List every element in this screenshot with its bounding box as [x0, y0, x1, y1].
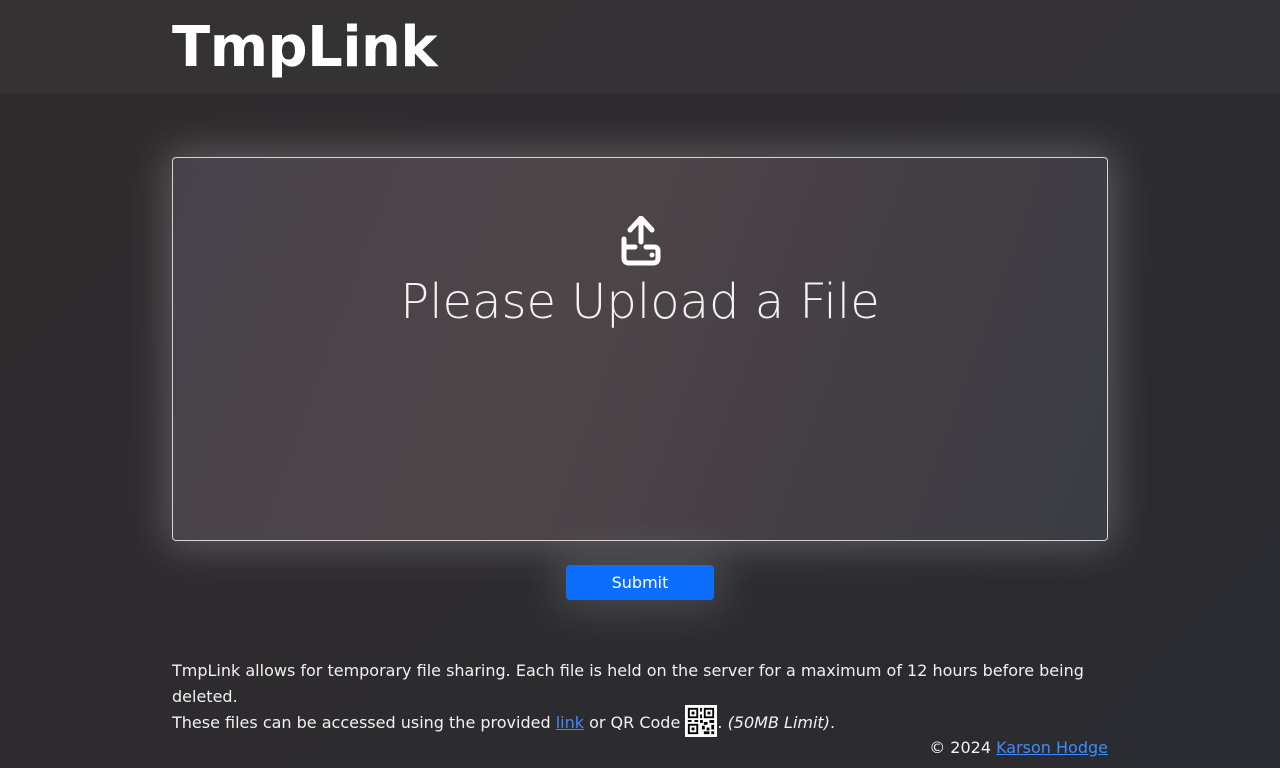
description-prefix: These files can be accessed using the pr… — [172, 713, 556, 732]
author-link[interactable]: Karson Hodge — [996, 738, 1108, 757]
qr-code-icon — [685, 704, 718, 737]
link-text[interactable]: link — [556, 713, 584, 732]
description-after-qr: . — [717, 713, 728, 732]
submit-button[interactable]: Submit — [566, 565, 714, 600]
upload-icon — [621, 216, 661, 266]
description-line-1: TmpLink allows for temporary file sharin… — [172, 661, 1084, 706]
site-header: TmpLink — [0, 0, 1280, 93]
footer: © 2024 Karson Hodge — [929, 737, 1108, 759]
size-limit: (50MB Limit) — [727, 713, 830, 732]
description-line-2: These files can be accessed using the pr… — [172, 704, 1108, 737]
brand-title[interactable]: TmpLink — [172, 14, 438, 82]
description-end: . — [829, 713, 836, 732]
description: TmpLink allows for temporary file sharin… — [172, 658, 1108, 737]
copyright-text: © 2024 — [929, 738, 997, 757]
description-middle: or QR Code — [584, 713, 686, 732]
upload-prompt: Please Upload a File — [400, 274, 880, 330]
file-dropzone[interactable]: Please Upload a File — [172, 157, 1108, 541]
